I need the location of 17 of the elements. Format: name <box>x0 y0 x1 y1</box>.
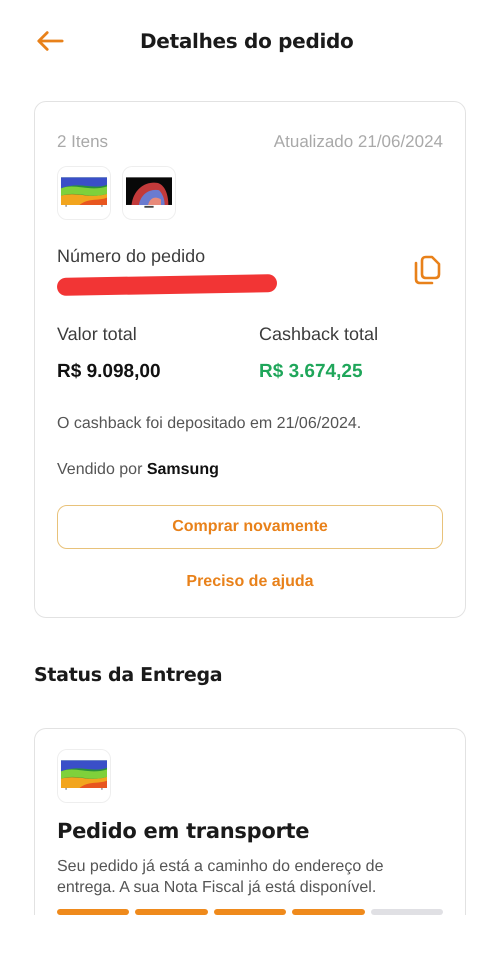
page-title: Detalhes do pedido <box>140 29 354 53</box>
help-link[interactable]: Preciso de ajuda <box>186 573 314 591</box>
cashback-value: R$ 3.674,25 <box>259 361 364 383</box>
section-title: Status da Entrega <box>34 664 224 686</box>
item-count: 2 Itens <box>57 132 108 152</box>
status-title: Pedido em transporte <box>57 819 310 843</box>
cashback-label: Cashback total <box>259 324 380 345</box>
total-value: R$ 9.098,00 <box>57 361 162 383</box>
copy-icon[interactable] <box>413 255 441 285</box>
status-description: Seu pedido já está a caminho do endereço de entrega. A sua Nota Fiscal já está disponível. <box>57 857 384 898</box>
total-label: Valor total <box>57 324 138 345</box>
updated-date: Atualizado 21/06/2024 <box>274 132 443 152</box>
seller-text: Vendido por Samsung <box>57 461 220 479</box>
cashback-note: O cashback foi depositado em 21/06/2024. <box>57 415 362 433</box>
back-arrow-icon[interactable] <box>36 30 64 52</box>
order-number-label: Número do pedido <box>57 246 206 267</box>
buy-again-button[interactable]: Comprar novamente <box>57 505 443 549</box>
